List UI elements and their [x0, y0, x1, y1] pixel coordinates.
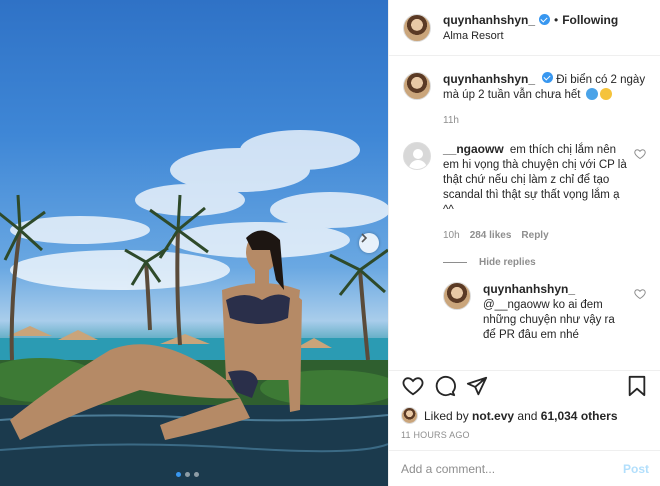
post-header: quynhanhshyn_ • Following Alma Resort — [389, 0, 660, 56]
commenter-avatar[interactable] — [403, 142, 431, 170]
save-button[interactable] — [625, 374, 649, 398]
add-comment-bar: Post — [389, 450, 660, 486]
caption-username[interactable]: quynhanhshyn_ — [443, 72, 535, 86]
share-button[interactable] — [465, 374, 489, 398]
liked-by-text: Liked by not.evy and 61,034 others — [424, 409, 618, 423]
divider — [443, 262, 467, 263]
chevron-right-icon — [361, 233, 368, 243]
bookmark-icon — [628, 375, 646, 397]
carousel-dot — [194, 472, 199, 477]
grinning-emoji-icon — [599, 88, 612, 100]
comment-body: __ngaoww em thích chị lắm nên em hi vọng… — [443, 142, 628, 243]
comment-username[interactable]: __ngaoww — [443, 142, 504, 156]
reply-item: quynhanhshyn_ @__ngaoww ko ai đem những … — [443, 282, 646, 343]
carousel-dot — [185, 472, 190, 477]
reply-body: quynhanhshyn_ @__ngaoww ko ai đem những … — [483, 282, 628, 343]
author-line: quynhanhshyn_ • Following — [443, 12, 618, 28]
comment-input[interactable] — [401, 461, 623, 476]
carousel-next-button[interactable] — [359, 233, 379, 253]
carousel-indicator — [176, 472, 199, 477]
share-icon — [466, 376, 488, 396]
comment-meta: 10h 284 likes Reply — [443, 228, 628, 243]
liker-username[interactable]: not.evy — [472, 409, 514, 423]
comment-likes[interactable]: 284 likes — [470, 228, 512, 243]
following-button[interactable]: Following — [562, 12, 618, 28]
post-details-panel: quynhanhshyn_ • Following Alma Resort qu… — [388, 0, 660, 486]
post-photo[interactable] — [0, 0, 388, 486]
comment-time[interactable]: 10h — [443, 228, 460, 243]
separator-dot: • — [554, 12, 559, 27]
liked-by-prefix: Liked by — [424, 408, 469, 423]
caption-avatar[interactable] — [403, 72, 431, 100]
action-icons — [401, 373, 649, 399]
comment-item: __ngaoww em thích chị lắm nên em hi vọng… — [403, 142, 646, 243]
comment-button[interactable] — [433, 374, 457, 398]
heart-icon — [402, 377, 424, 396]
heart-icon[interactable] — [634, 288, 646, 300]
post-comment-button[interactable]: Post — [623, 462, 649, 476]
caption-body: quynhanhshyn_ Đi biển có 2 ngày mà úp 2 … — [443, 72, 646, 128]
comments-section[interactable]: quynhanhshyn_ Đi biển có 2 ngày mà úp 2 … — [389, 56, 660, 370]
wave-emoji-icon — [585, 88, 598, 100]
liked-by-and: and — [517, 408, 538, 423]
reply-avatar[interactable] — [443, 282, 471, 310]
likes-count[interactable]: 61,034 others — [541, 409, 618, 423]
beach-scene — [0, 130, 388, 486]
caption: quynhanhshyn_ Đi biển có 2 ngày mà úp 2 … — [403, 72, 646, 128]
caption-time[interactable]: 11h — [443, 113, 459, 128]
caption-meta: 11h — [443, 113, 646, 128]
verified-icon — [542, 72, 554, 83]
like-button[interactable] — [401, 374, 425, 398]
liker-avatar[interactable] — [401, 407, 418, 424]
hide-replies-button[interactable]: Hide replies — [443, 257, 646, 268]
hide-replies-label: Hide replies — [479, 257, 536, 268]
author-avatar[interactable] — [403, 13, 431, 42]
author-info: quynhanhshyn_ • Following Alma Resort — [443, 12, 618, 44]
location-link[interactable]: Alma Resort — [443, 28, 618, 44]
author-username[interactable]: quynhanhshyn_ — [443, 12, 535, 28]
reply-text: @__ngaoww ko ai đem những chuyện như vậy… — [483, 299, 615, 341]
heart-icon[interactable] — [634, 148, 646, 160]
post-timestamp[interactable]: 11 HOURS AGO — [401, 430, 649, 440]
comment-icon — [435, 375, 456, 397]
reply-username[interactable]: quynhanhshyn_ — [483, 282, 575, 296]
carousel-dot — [176, 472, 181, 477]
liked-by: Liked by not.evy and 61,034 others — [401, 407, 649, 424]
reply-button[interactable]: Reply — [521, 228, 548, 243]
verified-icon — [539, 14, 551, 25]
post-actions: Liked by not.evy and 61,034 others 11 HO… — [389, 370, 660, 440]
